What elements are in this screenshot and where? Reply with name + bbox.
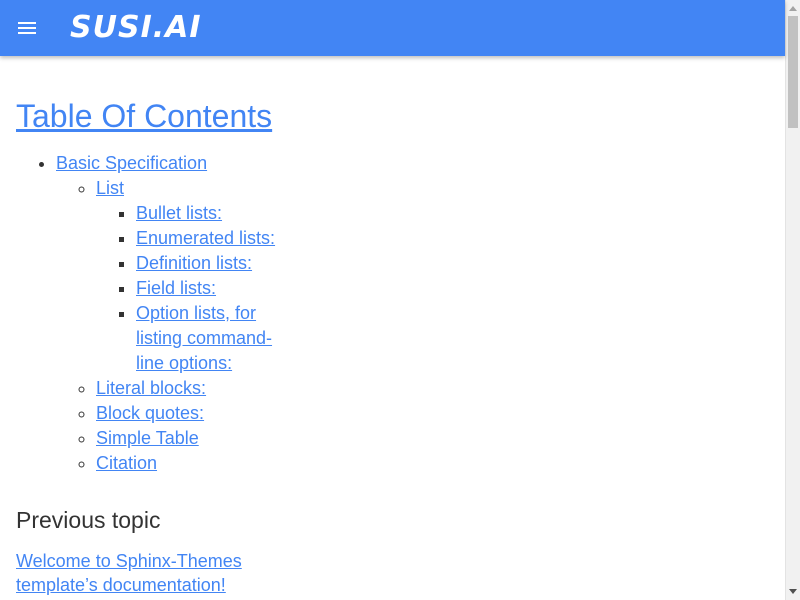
toc-item-list: List Bullet lists: Enumerated lists: Def… [96,176,776,376]
toc-title-link[interactable]: Table Of Contents [16,98,272,134]
top-app-bar: SUSI.AI [0,0,785,56]
toc-item-citation: Citation [96,451,776,476]
toc-item-literal-blocks: Literal blocks: [96,376,776,401]
toc-item-basic-specification: Basic Specification List Bullet lists: E… [56,151,776,476]
toc-link-bullet-lists[interactable]: Bullet lists: [136,203,222,223]
toc-link-list[interactable]: List [96,178,124,198]
toc-link-field-lists[interactable]: Field lists: [136,278,216,298]
toc-item-bullet-lists: Bullet lists: [136,201,286,226]
toc-link-simple-table[interactable]: Simple Table [96,428,199,448]
toc-item-field-lists: Field lists: [136,276,286,301]
toc-link-literal-blocks[interactable]: Literal blocks: [96,378,206,398]
toc-link-block-quotes[interactable]: Block quotes: [96,403,204,423]
previous-topic-container: Welcome to Sphinx-Themes template’s docu… [16,549,256,597]
susi-logo[interactable]: SUSI.AI [70,10,202,46]
toc-heading: Table Of Contents [16,96,776,136]
previous-topic-heading: Previous topic [16,507,161,533]
toc-link-citation[interactable]: Citation [96,453,157,473]
toc-link-definition-lists[interactable]: Definition lists: [136,253,252,273]
toc-item-block-quotes: Block quotes: [96,401,776,426]
previous-topic-link[interactable]: Welcome to Sphinx-Themes template’s docu… [16,551,242,595]
sidebar-content: Table Of Contents Basic Specification Li… [16,56,776,597]
toc-link-basic-specification[interactable]: Basic Specification [56,153,207,173]
toc-item-enumerated-lists: Enumerated lists: [136,226,286,251]
scroll-up-arrow-icon[interactable] [789,6,797,11]
scrollbar-thumb[interactable] [788,16,798,128]
toc-item-option-lists: Option lists, for listing command-line o… [136,301,286,376]
toc-item-definition-lists: Definition lists: [136,251,286,276]
vertical-scrollbar[interactable] [785,0,800,600]
toc-list: Basic Specification List Bullet lists: E… [16,151,776,476]
toc-item-simple-table: Simple Table [96,426,776,451]
hamburger-menu-icon[interactable] [16,18,40,38]
toc-sublist: List Bullet lists: Enumerated lists: Def… [56,176,776,476]
toc-link-enumerated-lists[interactable]: Enumerated lists: [136,228,275,248]
toc-subsublist: Bullet lists: Enumerated lists: Definiti… [96,201,286,376]
toc-link-option-lists[interactable]: Option lists, for listing command-line o… [136,303,272,373]
scroll-down-arrow-icon[interactable] [789,589,797,594]
